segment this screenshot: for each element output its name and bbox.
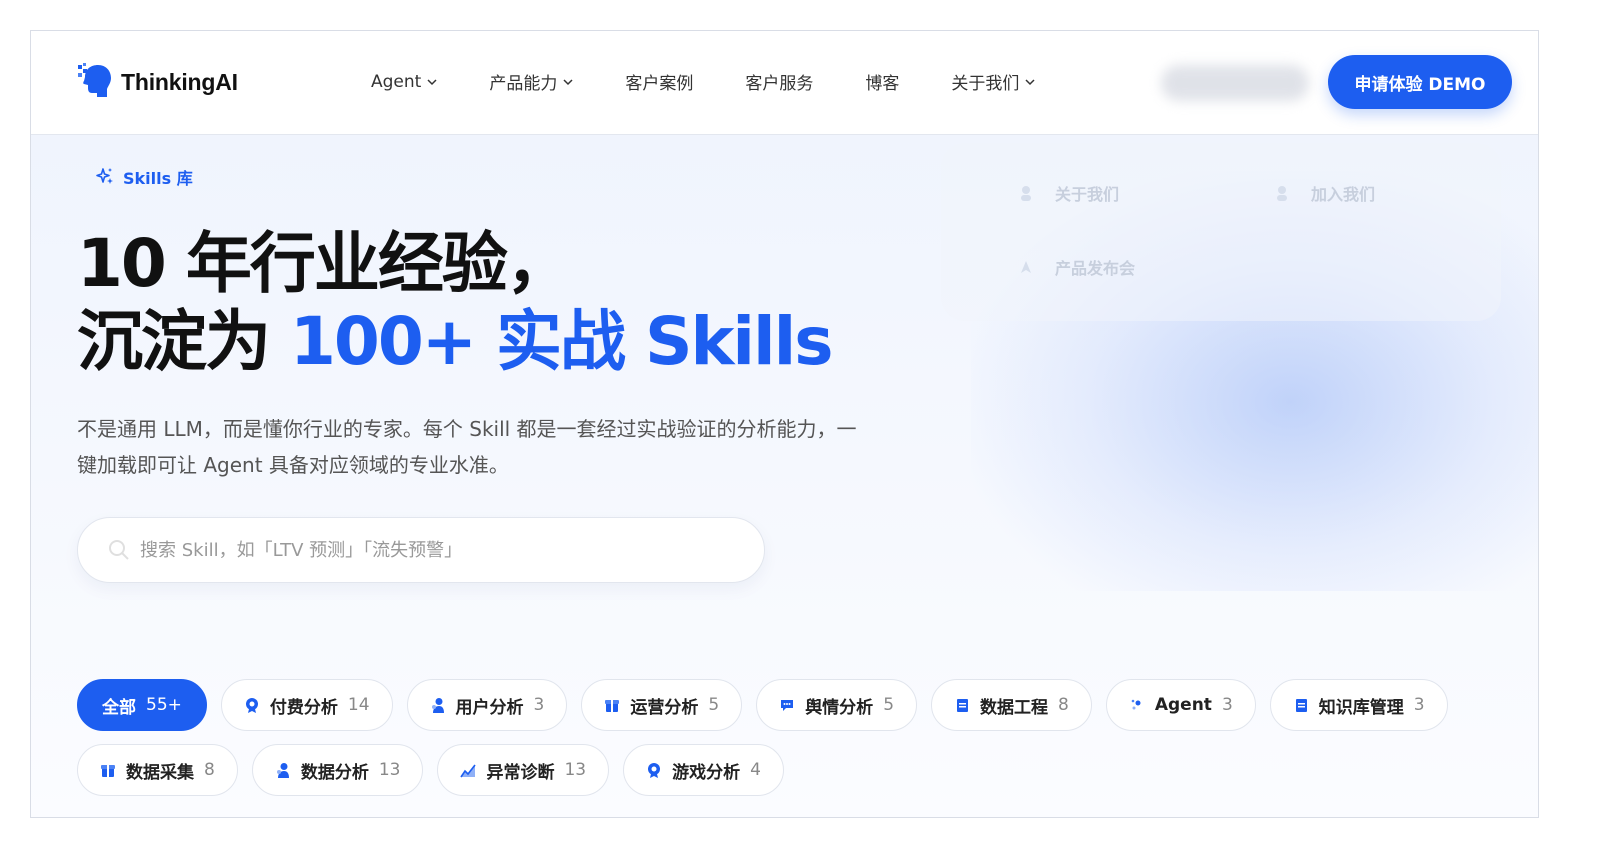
category-chip-data-collection[interactable]: 数据采集 8	[77, 744, 238, 796]
category-chip-knowledge-base[interactable]: 知识库管理 3	[1269, 679, 1448, 731]
category-filter-row: 全部 55+ 付费分析 14 用户分析 3 运营分析 5 舆情分析 5 数据工程…	[77, 679, 1448, 731]
category-chip-payment[interactable]: 付费分析 14	[220, 679, 393, 731]
nav-item-blog[interactable]: 博客	[865, 69, 899, 94]
chart-icon	[460, 764, 477, 778]
user-icon	[276, 763, 289, 778]
main-nav: Agent 产品能力 客户案例 客户服务 博客 关于我们	[371, 69, 1087, 94]
ghost-menu-item: 关于我们	[1019, 181, 1119, 205]
chevron-down-icon	[563, 78, 573, 85]
category-filter-row: 数据采集 8 数据分析 13 异常诊断 13 游戏分析 4	[77, 744, 784, 796]
doc-icon	[957, 699, 969, 712]
coin-icon	[245, 698, 258, 713]
nav-item-cases[interactable]: 客户案例	[625, 69, 693, 94]
hero-description: 不是通用 LLM，而是懂你行业的专家。每个 Skill 都是一套经过实战验证的分…	[77, 417, 857, 477]
chevron-down-icon	[427, 78, 437, 85]
top-navbar: ThinkingAI Agent 产品能力 客户案例 客户服务 博客 关于我们	[31, 31, 1538, 135]
category-chip-operations[interactable]: 运营分析 5	[581, 679, 743, 731]
chat-icon	[781, 700, 794, 711]
chevron-down-icon	[1025, 78, 1035, 85]
category-chip-agent[interactable]: Agent 3	[1105, 679, 1256, 731]
user-icon	[431, 698, 444, 713]
skills-badge: Skills 库	[95, 165, 193, 189]
person-add-icon	[1277, 186, 1287, 201]
search-input[interactable]	[140, 539, 700, 561]
skill-search-box[interactable]	[77, 517, 765, 583]
category-chip-all[interactable]: 全部 55+	[77, 679, 207, 731]
coin-icon	[648, 763, 661, 778]
nav-item-agent[interactable]: Agent	[371, 72, 437, 92]
nav-item-about[interactable]: 关于我们	[951, 69, 1035, 94]
ghost-menu-item: 加入我们	[1275, 181, 1375, 205]
category-chip-game[interactable]: 游戏分析 4	[623, 744, 784, 796]
about-dropdown-ghost: 关于我们 加入我们 产品发布会	[941, 143, 1501, 321]
category-chip-sentiment[interactable]: 舆情分析 5	[756, 679, 918, 731]
request-demo-button[interactable]: 申请体验 DEMO	[1328, 55, 1512, 109]
hero-title-line2: 沉淀为 100+ 实战 Skills	[77, 303, 834, 380]
sparkle-icon	[1131, 699, 1141, 710]
hero-title-accent: 100+ 实战 Skills	[289, 303, 834, 380]
gift-icon	[605, 700, 620, 712]
sparkle-icon	[96, 168, 113, 184]
person-icon	[1021, 186, 1031, 201]
category-chip-data-engineering[interactable]: 数据工程 8	[931, 679, 1092, 731]
page-frame: 关于我们 加入我们 产品发布会 ThinkingAI Agent 产品能力 客户…	[30, 30, 1539, 818]
brand-name: ThinkingAI	[121, 68, 238, 95]
nav-item-service[interactable]: 客户服务	[745, 69, 813, 94]
category-chip-data-analysis[interactable]: 数据分析 13	[251, 744, 424, 796]
rocket-icon	[1021, 261, 1031, 273]
gift-icon	[101, 765, 115, 777]
category-chip-user[interactable]: 用户分析 3	[406, 679, 568, 731]
doc-icon	[1295, 699, 1307, 712]
ghost-menu-item: 产品发布会	[1019, 255, 1135, 279]
head-logo-icon	[78, 63, 111, 97]
blurred-login-link[interactable]	[1161, 65, 1309, 101]
category-chip-anomaly[interactable]: 异常诊断 13	[437, 744, 610, 796]
search-icon	[109, 540, 129, 560]
hero-title-line1: 10 年行业经验，	[77, 225, 572, 302]
nav-item-product[interactable]: 产品能力	[489, 69, 573, 94]
brand-logo[interactable]: ThinkingAI	[77, 63, 238, 101]
